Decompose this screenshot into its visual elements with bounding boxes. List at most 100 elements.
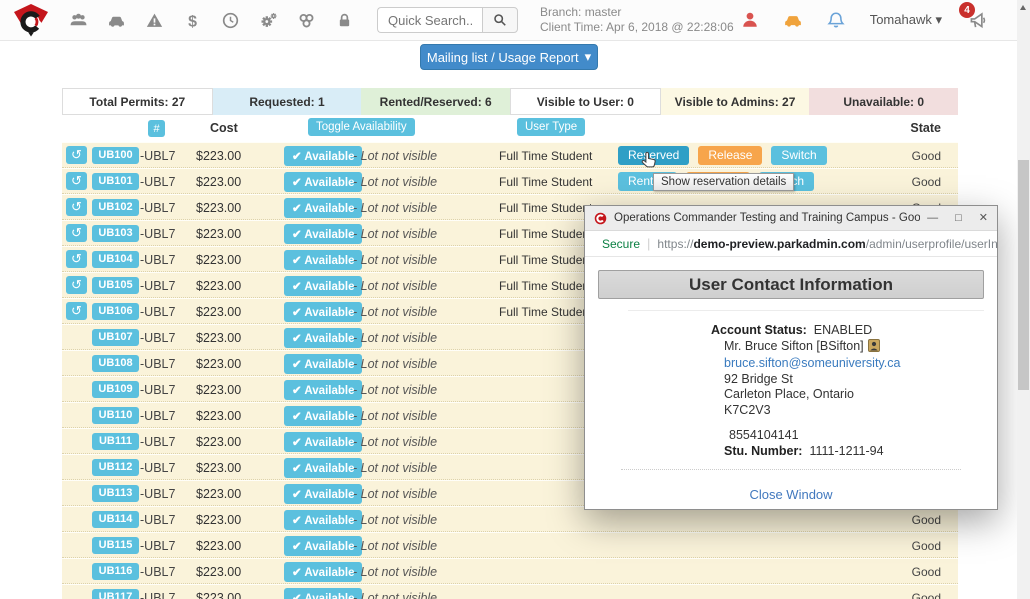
permit-id-badge[interactable]: UB104 bbox=[92, 251, 139, 268]
history-button[interactable]: ↺ bbox=[66, 198, 87, 216]
scrollbar-up-arrow-icon[interactable] bbox=[1020, 5, 1026, 10]
hand-cursor-icon bbox=[638, 150, 659, 174]
permit-id-badge[interactable]: UB106 bbox=[92, 303, 139, 320]
minimize-icon[interactable]: — bbox=[927, 213, 938, 224]
search-input[interactable] bbox=[377, 7, 482, 33]
history-button[interactable]: ↺ bbox=[66, 250, 87, 268]
lot-visibility-note: - Lot not visible bbox=[353, 227, 437, 241]
permit-id-badge[interactable]: UB105 bbox=[92, 277, 139, 294]
notifications-bell-icon[interactable] bbox=[827, 11, 845, 29]
permit-id-badge[interactable]: UB101 bbox=[92, 173, 139, 190]
permit-id-badge[interactable]: UB108 bbox=[92, 355, 139, 372]
history-button[interactable]: ↺ bbox=[66, 172, 87, 190]
user-email-link[interactable]: bruce.sifton@someuniversity.ca bbox=[724, 356, 900, 370]
availability-button[interactable]: ✔ Available bbox=[284, 510, 362, 530]
switch-button[interactable]: Switch bbox=[771, 146, 826, 165]
users-icon[interactable] bbox=[70, 12, 87, 29]
user-name-line: Mr. Bruce Sifton [BSifton] bbox=[711, 339, 900, 357]
availability-button[interactable]: ✔ Available bbox=[284, 328, 362, 348]
permit-lot-code: -UBL7 bbox=[140, 383, 175, 397]
branch-info: Branch: master Client Time: Apr 6, 2018 … bbox=[540, 5, 734, 35]
availability-button[interactable]: ✔ Available bbox=[284, 250, 362, 270]
permit-cost: $223.00 bbox=[196, 487, 241, 501]
permit-id-badge[interactable]: UB115 bbox=[92, 537, 139, 554]
permit-lot-code: -UBL7 bbox=[140, 591, 175, 599]
permit-id-badge[interactable]: UB109 bbox=[92, 381, 139, 398]
notification-count-badge: 4 bbox=[959, 2, 975, 18]
permit-id-badge[interactable]: UB110 bbox=[92, 407, 139, 424]
availability-button[interactable]: ✔ Available bbox=[284, 588, 362, 599]
permit-id-badge[interactable]: UB117 bbox=[92, 589, 139, 599]
settings-icon[interactable] bbox=[260, 12, 277, 29]
availability-button[interactable]: ✔ Available bbox=[284, 172, 362, 192]
permit-cost: $223.00 bbox=[196, 435, 241, 449]
permit-id-badge[interactable]: UB100 bbox=[92, 147, 139, 164]
availability-button[interactable]: ✔ Available bbox=[284, 432, 362, 452]
availability-button[interactable]: ✔ Available bbox=[284, 224, 362, 244]
permit-cost: $223.00 bbox=[196, 305, 241, 319]
vehicles-icon[interactable] bbox=[108, 12, 125, 29]
lot-visibility-note: - Lot not visible bbox=[353, 435, 437, 449]
vehicle-alert-icon[interactable] bbox=[784, 11, 802, 29]
address-line-2: Carleton Place, Ontario bbox=[711, 387, 900, 403]
summary-tab-1[interactable]: Requested: 1 bbox=[213, 88, 362, 115]
page-scrollbar[interactable] bbox=[1017, 0, 1030, 599]
availability-button[interactable]: ✔ Available bbox=[284, 536, 362, 556]
lot-visibility-note: - Lot not visible bbox=[353, 149, 437, 163]
close-window-link[interactable]: Close Window bbox=[749, 487, 832, 502]
popup-titlebar[interactable]: Operations Commander Testing and Trainin… bbox=[585, 206, 997, 231]
availability-button[interactable]: ✔ Available bbox=[284, 380, 362, 400]
popup-address-bar[interactable]: Secure | https://demo-preview.parkadmin.… bbox=[585, 231, 997, 257]
permit-lot-code: -UBL7 bbox=[140, 279, 175, 293]
summary-tab-2[interactable]: Rented/Reserved: 6 bbox=[361, 88, 510, 115]
assets-icon[interactable] bbox=[298, 12, 315, 29]
user-photo-icon[interactable] bbox=[868, 339, 880, 357]
toggle-availability-button[interactable]: Toggle Availability bbox=[308, 118, 415, 136]
summary-tab-5[interactable]: Unavailable: 0 bbox=[809, 88, 958, 115]
availability-button[interactable]: ✔ Available bbox=[284, 146, 362, 166]
history-button[interactable]: ↺ bbox=[66, 224, 87, 242]
availability-button[interactable]: ✔ Available bbox=[284, 354, 362, 374]
summary-tab-4[interactable]: Visible to Admins: 27 bbox=[661, 88, 810, 115]
permit-id-badge[interactable]: UB107 bbox=[92, 329, 139, 346]
permit-id-badge[interactable]: UB113 bbox=[92, 485, 139, 502]
summary-tab-0[interactable]: Total Permits: 27 bbox=[62, 88, 213, 115]
maximize-icon[interactable]: □ bbox=[955, 213, 962, 224]
user-dropdown[interactable]: Tomahawk ▾ bbox=[870, 12, 942, 28]
availability-button[interactable]: ✔ Available bbox=[284, 276, 362, 296]
lockdown-icon[interactable] bbox=[336, 12, 353, 29]
search-button[interactable] bbox=[482, 7, 518, 33]
permit-id-badge[interactable]: UB116 bbox=[92, 563, 139, 580]
availability-button[interactable]: ✔ Available bbox=[284, 302, 362, 322]
history-button[interactable]: ↺ bbox=[66, 146, 87, 164]
number-column-button[interactable]: # bbox=[148, 120, 165, 137]
user-type-button[interactable]: User Type bbox=[517, 118, 585, 136]
phone-line: 8554104141 bbox=[711, 428, 900, 444]
mailing-list-usage-report-button[interactable]: Mailing list / Usage Report ▾ bbox=[420, 44, 598, 70]
scrollbar-thumb[interactable] bbox=[1018, 160, 1029, 390]
availability-button[interactable]: ✔ Available bbox=[284, 458, 362, 478]
opscom-logo-icon[interactable] bbox=[12, 3, 50, 37]
availability-button[interactable]: ✔ Available bbox=[284, 484, 362, 504]
user-type-value: Full Time Student bbox=[499, 201, 592, 215]
permit-id-badge[interactable]: UB114 bbox=[92, 511, 139, 528]
permit-lot-code: -UBL7 bbox=[140, 305, 175, 319]
billing-icon[interactable]: $ bbox=[184, 12, 201, 29]
history-button[interactable]: ↺ bbox=[66, 302, 87, 320]
release-button[interactable]: Release bbox=[698, 146, 762, 165]
summary-tab-3[interactable]: Visible to User: 0 bbox=[510, 88, 661, 115]
violations-icon[interactable] bbox=[146, 12, 163, 29]
permit-id-badge[interactable]: UB103 bbox=[92, 225, 139, 242]
availability-button[interactable]: ✔ Available bbox=[284, 562, 362, 582]
close-icon[interactable]: ✕ bbox=[979, 213, 988, 224]
user-alert-icon[interactable] bbox=[741, 11, 759, 29]
availability-button[interactable]: ✔ Available bbox=[284, 198, 362, 218]
announcements-menu[interactable]: 4 bbox=[967, 9, 989, 31]
availability-button[interactable]: ✔ Available bbox=[284, 406, 362, 426]
permit-id-badge[interactable]: UB111 bbox=[92, 433, 139, 450]
history-button[interactable]: ↺ bbox=[66, 276, 87, 294]
permit-id-badge[interactable]: UB112 bbox=[92, 459, 139, 476]
time-icon[interactable] bbox=[222, 12, 239, 29]
permit-id-badge[interactable]: UB102 bbox=[92, 199, 139, 216]
lot-visibility-note: - Lot not visible bbox=[353, 487, 437, 501]
